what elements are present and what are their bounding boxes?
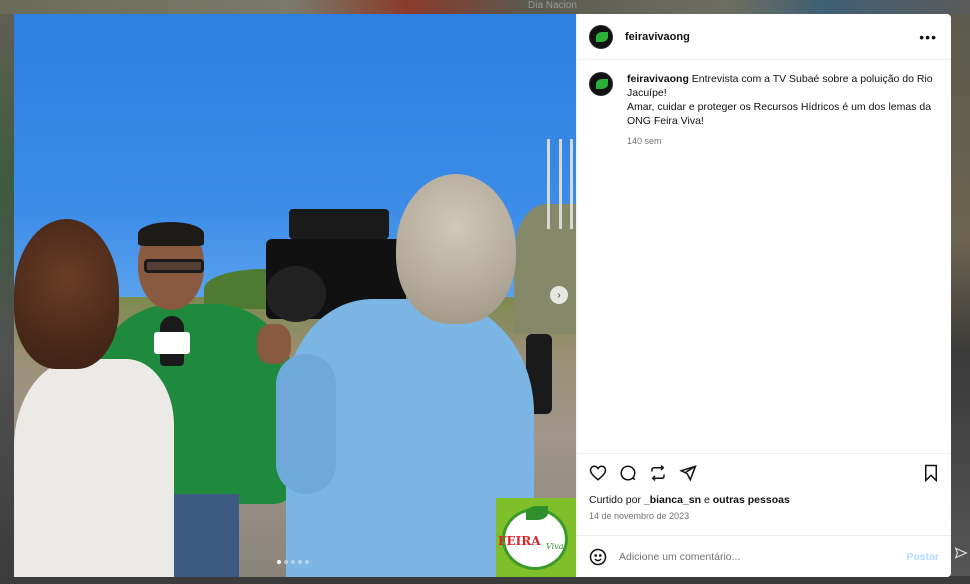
photo-hand bbox=[257, 324, 291, 364]
photo-microphone-flag bbox=[154, 332, 190, 354]
comment-bar: Postar bbox=[577, 535, 951, 577]
bookmark-icon[interactable] bbox=[923, 464, 939, 482]
photo-reporter-body bbox=[14, 359, 174, 577]
backdrop-text: Dia Nacion bbox=[528, 0, 577, 11]
liked-by-prefix: Curtido por bbox=[589, 494, 644, 506]
post-comment-button[interactable]: Postar bbox=[906, 551, 939, 563]
more-options-icon[interactable]: ••• bbox=[919, 29, 937, 45]
caption-body: feiravivaong Entrevista com a TV Subaé s… bbox=[627, 72, 939, 453]
feira-viva-logo: FEIRA Viva bbox=[496, 498, 576, 577]
liked-by-others-link[interactable]: outras pessoas bbox=[713, 494, 790, 506]
carousel-dot bbox=[291, 560, 295, 564]
photo-glasses bbox=[144, 259, 204, 273]
photo-camera-handle bbox=[289, 209, 389, 239]
likes-summary: Curtido por _bianca_sn e outras pessoas bbox=[589, 494, 939, 506]
avatar[interactable] bbox=[589, 72, 613, 96]
share-icon[interactable] bbox=[954, 546, 968, 560]
carousel-dot bbox=[298, 560, 302, 564]
photo-camera-lens bbox=[266, 266, 326, 322]
avatar[interactable] bbox=[589, 24, 613, 49]
post-author-username[interactable]: feiravivaong bbox=[625, 31, 690, 43]
liked-by-suffix: e bbox=[701, 494, 713, 506]
caption-username[interactable]: feiravivaong bbox=[627, 73, 689, 85]
photo-interviewee-hair bbox=[138, 222, 204, 246]
post-date[interactable]: 14 de novembro de 2023 bbox=[589, 511, 939, 521]
comment-input[interactable] bbox=[619, 550, 907, 563]
photo-cameraman-head bbox=[396, 174, 516, 324]
share-icon[interactable] bbox=[679, 464, 697, 482]
caption-time[interactable]: 140 sem bbox=[627, 134, 939, 148]
post-header: feiravivaong ••• bbox=[577, 14, 951, 60]
carousel-dot bbox=[305, 560, 309, 564]
caption-section: feiravivaong Entrevista com a TV Subaé s… bbox=[577, 60, 951, 453]
logo-text: FEIRA bbox=[498, 534, 541, 548]
carousel-dot bbox=[277, 560, 281, 564]
post-modal: › FEIRA Viva feiravivaong ••• feiravivao… bbox=[14, 14, 951, 577]
photo-reporter-hair bbox=[14, 219, 119, 369]
photo-pole bbox=[547, 139, 550, 229]
caption-text-line2: Amar, cuidar e proteger os Recursos Hídr… bbox=[627, 101, 932, 127]
carousel-indicator bbox=[277, 560, 309, 564]
next-photo-button[interactable]: › bbox=[550, 286, 568, 304]
comment-icon[interactable] bbox=[619, 464, 637, 482]
heart-icon[interactable] bbox=[589, 464, 607, 482]
liked-by-user[interactable]: _bianca_sn bbox=[644, 494, 701, 506]
emoji-icon[interactable] bbox=[589, 548, 607, 566]
post-photo[interactable]: › FEIRA Viva bbox=[14, 14, 576, 577]
carousel-dot bbox=[284, 560, 288, 564]
backdrop-left-strip bbox=[0, 14, 14, 584]
photo-pole bbox=[570, 139, 573, 229]
photo-hill bbox=[514, 204, 576, 334]
logo-text-secondary: Viva bbox=[546, 542, 564, 551]
backdrop-right-strip bbox=[950, 14, 970, 584]
post-actions: Curtido por _bianca_sn e outras pessoas … bbox=[577, 453, 951, 521]
backdrop-top-strip bbox=[0, 0, 970, 14]
logo-leaf bbox=[526, 506, 548, 520]
repost-icon[interactable] bbox=[649, 464, 667, 482]
action-row bbox=[589, 462, 939, 484]
photo-cameraman-arm bbox=[276, 354, 336, 494]
backdrop-bottom-strip bbox=[0, 576, 970, 584]
photo-pole bbox=[559, 139, 562, 229]
post-side-panel: feiravivaong ••• feiravivaong Entrevista… bbox=[576, 14, 951, 577]
